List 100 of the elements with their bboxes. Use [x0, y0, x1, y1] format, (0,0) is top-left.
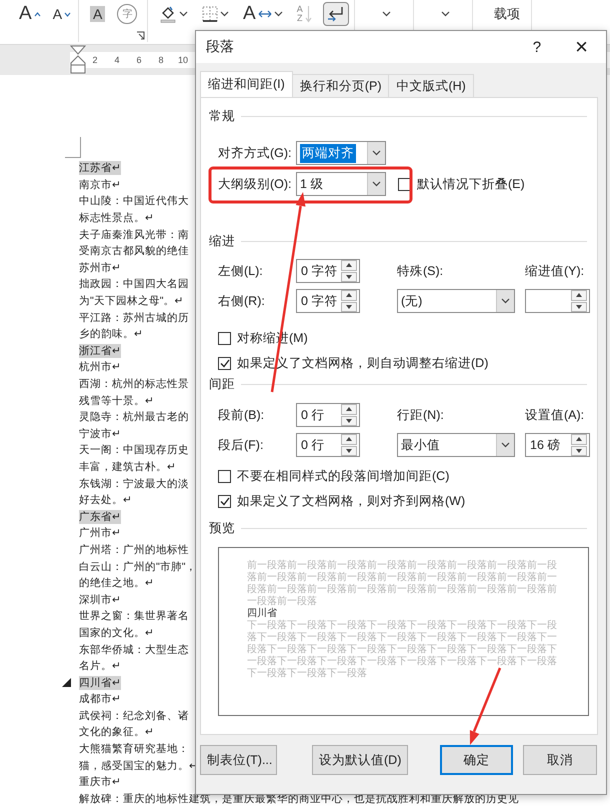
section-heading: 预览: [209, 520, 235, 536]
document-line: 受南京古都风貌的绝佳: [79, 244, 189, 258]
document-line: 西湖：杭州的标志性景: [79, 377, 189, 392]
spin-down-button[interactable]: [341, 272, 357, 282]
up-triangle-icon: [346, 407, 352, 412]
document-line: 武侯祠：纪念刘备、诸: [79, 708, 189, 723]
checkbox-label: 默认情况下折叠(E): [417, 176, 525, 192]
dialog-button[interactable]: 制表位(T)...: [200, 745, 277, 775]
field-label: 行距(N):: [397, 406, 445, 424]
caret-icon: [179, 11, 188, 17]
spin-field[interactable]: [525, 289, 590, 313]
preview-text: 四川省: [247, 608, 277, 620]
dropdown-field[interactable]: 两端对齐: [296, 141, 386, 165]
field-label: 大纲级别(O):: [218, 176, 293, 192]
tab[interactable]: 中文版式(H): [388, 74, 474, 97]
caret-icon: [372, 181, 381, 187]
spin-up-button[interactable]: [341, 260, 357, 270]
dropdown-field[interactable]: 1 级: [296, 172, 386, 196]
close-button[interactable]: ×: [569, 36, 594, 58]
up-triangle-icon: [576, 293, 582, 298]
up-triangle-icon: [346, 263, 352, 268]
caret-icon: [372, 150, 381, 156]
dialog-button[interactable]: 确定: [440, 745, 513, 775]
paragraph-mark-button[interactable]: [322, 2, 349, 26]
checkbox[interactable]: [218, 470, 231, 482]
document-line: 苏州市↵: [79, 260, 121, 275]
caret-icon: [382, 11, 391, 17]
caret-icon: [501, 298, 510, 304]
down-triangle-icon: [346, 448, 352, 453]
document-line: 拙政园：中国四大名园: [79, 277, 189, 292]
document-line: 成都市↵: [79, 692, 121, 706]
document-line: 好去处。↵: [79, 493, 132, 508]
dialog-button[interactable]: 设为默认值(D): [312, 745, 408, 775]
dialog-launcher-icon[interactable]: [136, 31, 145, 40]
field-label: 对齐方式(G):: [218, 144, 293, 162]
field-label: 段前(B):: [218, 406, 266, 424]
grow-font-button[interactable]: A: [16, 2, 44, 26]
caret-icon: [274, 11, 283, 17]
down-triangle-icon: [346, 418, 352, 423]
indent-marker-icon[interactable]: [70, 45, 86, 75]
collapse-triangle-icon[interactable]: [62, 678, 71, 688]
dialog-button[interactable]: 取消: [523, 745, 597, 775]
spin-up-button[interactable]: [571, 434, 587, 444]
spin-down-button[interactable]: [341, 416, 357, 426]
section-heading: 常规: [209, 108, 235, 124]
spin-down-button[interactable]: [341, 446, 357, 456]
spin-up-button[interactable]: [341, 290, 357, 300]
up-triangle-icon: [346, 437, 352, 442]
spin-down-button[interactable]: [571, 446, 587, 456]
window-title: 段落: [206, 38, 235, 56]
ruler-number: 6: [135, 55, 142, 65]
document-line: 残雪等十景。↵: [79, 394, 154, 408]
document-line: 南京市↵: [79, 178, 121, 192]
caret-icon: [441, 11, 450, 17]
shrink-font-button[interactable]: A: [50, 2, 74, 26]
document-line: 国家的文化。↵: [79, 626, 154, 640]
caret-icon: [220, 11, 229, 17]
checkbox[interactable]: [218, 356, 231, 370]
document-line: 重庆市↵: [79, 775, 121, 790]
field-label: 段后(F):: [218, 436, 264, 454]
field-label: 特殊(S):: [397, 262, 444, 280]
document-line: 宁波市↵: [79, 426, 121, 441]
checkbox[interactable]: [218, 494, 231, 508]
spin-up-button[interactable]: [341, 434, 357, 444]
ruler-number: 10: [176, 55, 189, 65]
spin-up-button[interactable]: [341, 404, 357, 414]
paint-bucket-icon: [159, 5, 177, 23]
down-triangle-icon: [346, 274, 352, 279]
character-shading-button[interactable]: A: [87, 2, 108, 26]
document-line: 名片。↵: [79, 659, 121, 674]
document-line: 大熊猫繁育研究基地：: [79, 742, 189, 756]
document-line: 东部华侨城：大型生态: [79, 642, 189, 657]
document-line: 灵隐寺：杭州最古老的: [79, 410, 189, 424]
add-ins-button[interactable]: 载项: [491, 2, 523, 26]
spin-field[interactable]: 0 字符: [296, 259, 360, 283]
checkbox-label: 如果定义了文档网格，则对齐到网格(W): [237, 492, 466, 510]
spin-field[interactable]: 0 字符: [296, 289, 360, 313]
document-line: 的绝佳之地。↵: [79, 576, 154, 590]
down-arrow-icon: [304, 5, 312, 23]
help-button[interactable]: ?: [526, 38, 548, 56]
field-label: 右侧(R):: [218, 292, 266, 310]
document-line: 乡的韵味。↵: [79, 327, 143, 342]
spin-field[interactable]: 0 行: [296, 403, 360, 427]
text-layout-button[interactable]: A: [240, 2, 286, 26]
document-line: 东钱湖：宁波最大的淡: [79, 476, 189, 491]
checkbox[interactable]: [398, 178, 411, 190]
document-line: 世界之窗：集世界著名: [79, 609, 189, 624]
spin-down-button[interactable]: [571, 302, 587, 312]
document-line: 白云山：广州的"市肺"，: [79, 560, 197, 574]
document-line: 平江路：苏州古城的历: [79, 310, 189, 325]
checkbox[interactable]: [218, 332, 231, 344]
document-line: 夫子庙秦淮风光带：南: [79, 228, 189, 242]
spin-up-button[interactable]: [571, 290, 587, 300]
spin-down-button[interactable]: [341, 302, 357, 312]
tab[interactable]: 缩进和间距(I): [200, 71, 293, 97]
spin-field[interactable]: 0 行: [296, 433, 360, 457]
section-heading: 间距: [209, 376, 235, 392]
dropdown-field[interactable]: 最小值: [397, 433, 515, 457]
spin-field[interactable]: 16 磅: [525, 433, 590, 457]
dropdown-field[interactable]: (无): [397, 289, 515, 313]
